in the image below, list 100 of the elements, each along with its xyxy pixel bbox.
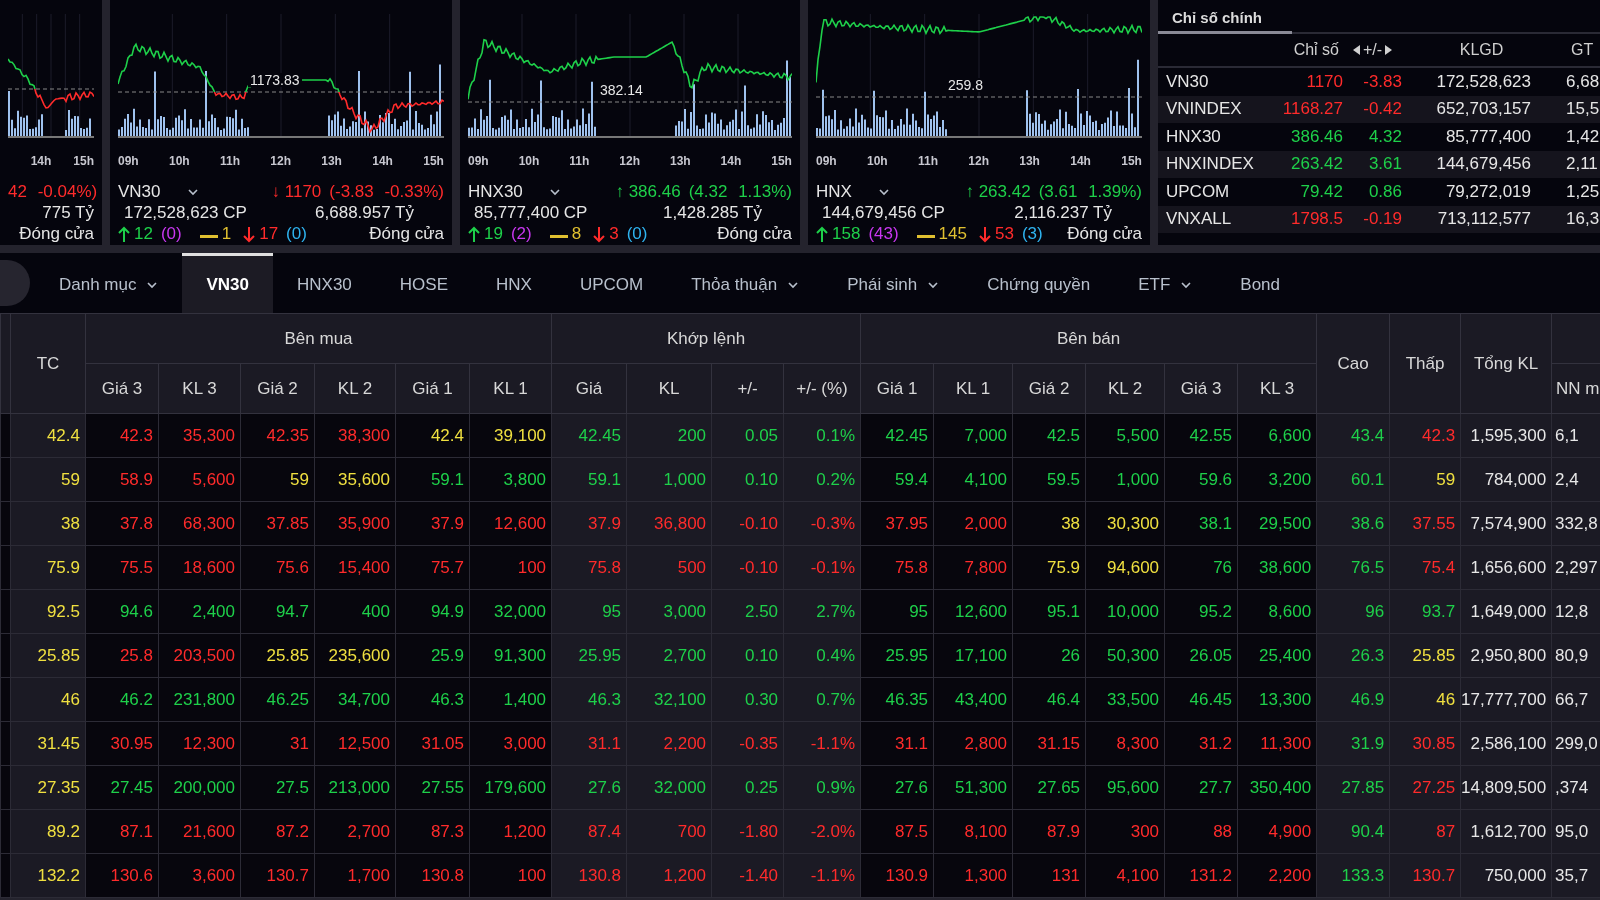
table-cell: 95 — [909, 601, 929, 621]
tab[interactable]: ETF — [1114, 253, 1217, 313]
index-name: HNXINDEX — [1166, 154, 1255, 175]
trade-value-text: 15,5 — [1565, 99, 1600, 120]
tab[interactable]: HNX30 — [273, 253, 376, 313]
volume-text: 172,528,623 — [1435, 71, 1531, 92]
trade-value-text: 6,688.957 Tỷ — [315, 203, 414, 224]
table-cell: 27.35 — [37, 777, 80, 797]
time-label: 14h — [720, 154, 742, 170]
table-cell: 130.7 — [1412, 865, 1456, 885]
tab[interactable]: Chứng quyền — [963, 253, 1115, 313]
table-cell: 37.9 — [430, 513, 464, 533]
table-cell: 350,400 — [1249, 777, 1312, 797]
right-arrow-icon[interactable] — [1385, 45, 1393, 55]
volume-text: 85,777,400 CP — [474, 203, 588, 224]
table-cell: 1,000 — [663, 469, 707, 489]
table-cell: 200,000 — [173, 777, 235, 797]
column-header: KLGD — [1458, 41, 1505, 59]
table-cell: 39,100 — [494, 425, 547, 445]
index-change: 42 -0.04%) — [8, 182, 98, 202]
column-header: Cao — [1337, 353, 1369, 374]
table-cell: 59.6 — [1198, 469, 1233, 489]
trade-value-text: 6,68 — [1565, 71, 1600, 92]
table-cell: 130.6 — [110, 865, 153, 885]
table-cell: 42.3 — [119, 425, 153, 445]
table-cell: 130.8 — [578, 865, 622, 885]
table-cell: 130.9 — [885, 865, 929, 885]
tab[interactable]: Phái sinh — [823, 253, 964, 313]
table-cell: 1,595,300 — [1470, 425, 1547, 445]
table-cell: 90.4 — [1351, 821, 1385, 841]
index-change: (4.32 1.13%) — [688, 182, 792, 202]
tab[interactable]: HNX — [472, 253, 556, 313]
table-cell: 75.4 — [1422, 557, 1456, 577]
table-cell: 2,4 — [1555, 469, 1579, 489]
trade-value-text: 1,25 — [1565, 181, 1600, 202]
table-cell: 25.95 — [578, 645, 622, 665]
table-cell: 88 — [1213, 821, 1233, 841]
table-cell: 59 — [61, 469, 80, 489]
index-dropdown[interactable]: HNX30 — [468, 182, 561, 202]
input-field[interactable] — [0, 260, 30, 306]
table-cell: 75.5 — [119, 557, 153, 577]
column-header: KL 3 — [1259, 378, 1295, 399]
table-cell: 59 — [1436, 469, 1456, 489]
tab[interactable]: Chỉ số chính — [1158, 9, 1292, 34]
tab[interactable]: Danh mục — [35, 253, 183, 313]
table-cell: 38 — [1061, 513, 1081, 533]
tab[interactable]: VN30 — [182, 253, 273, 313]
table-cell: 87.5 — [894, 821, 929, 841]
table-cell: 11,300 — [1260, 733, 1312, 753]
table-cell: 27.85 — [1341, 777, 1385, 797]
table-cell: -0.10 — [739, 557, 779, 577]
table-cell: 17,777,700 — [1461, 689, 1547, 709]
column-header: KL 2 — [1107, 378, 1143, 399]
left-arrow-icon[interactable] — [1352, 45, 1360, 55]
unchanged-count: 145 — [938, 224, 967, 245]
time-label: 13h — [669, 154, 691, 170]
table-cell: 94,600 — [1107, 557, 1160, 577]
time-label: 14h — [372, 154, 393, 170]
status-text: Đóng cửa — [19, 224, 94, 245]
index-dropdown[interactable]: HNX — [816, 182, 890, 202]
index-name: HNX30 — [1166, 126, 1222, 147]
table-cell: 42.35 — [266, 425, 309, 445]
tab[interactable]: Thỏa thuận — [667, 253, 824, 313]
status-text: Đóng cửa — [1067, 224, 1142, 245]
table-cell: 37.8 — [119, 513, 153, 533]
index-value: 263.42 — [1290, 154, 1343, 175]
index-value: 1798.5 — [1290, 209, 1343, 230]
table-cell: 25.85 — [37, 645, 80, 665]
table-cell: 1,400 — [503, 689, 547, 709]
table-cell: 25.95 — [885, 645, 929, 665]
index-dropdown[interactable]: VN30 — [118, 182, 199, 202]
table-cell: 94.7 — [275, 601, 309, 621]
column-header: Chỉ số — [1292, 41, 1340, 59]
table-cell: 100 — [517, 557, 547, 577]
time-label: 10h — [867, 154, 888, 170]
column-header: TC — [36, 353, 60, 374]
volume-text: 144,679,456 CP — [822, 203, 945, 224]
tab[interactable]: UPCOM — [555, 253, 668, 313]
time-label: 10h — [518, 154, 540, 170]
table-cell: 25.9 — [430, 645, 464, 665]
table-cell: 235,600 — [328, 645, 390, 665]
index-price: ↓ 1170 — [271, 182, 322, 202]
table-cell: 32,000 — [654, 777, 707, 797]
table-cell: 30.95 — [110, 733, 153, 753]
table-cell: ,374 — [1555, 777, 1589, 797]
table-cell: 46.9 — [1351, 689, 1385, 709]
table-cell: 1,000 — [1116, 469, 1160, 489]
table-cell: 500 — [677, 557, 707, 577]
index-name: VNXALL — [1166, 209, 1233, 230]
table-cell: 2.7% — [816, 601, 856, 621]
table-cell: 2,200 — [663, 733, 707, 753]
tab[interactable]: HOSE — [375, 253, 472, 313]
column-header: KL 1 — [493, 378, 528, 399]
table-cell: 300 — [1130, 821, 1160, 841]
column-group-header: Bên bán — [1056, 328, 1121, 349]
table-cell: 46 — [1436, 689, 1456, 709]
column-header: Giá 2 — [1028, 378, 1070, 399]
tab[interactable]: Bond — [1216, 253, 1305, 313]
table-cell: 13,300 — [1259, 689, 1312, 709]
table-cell: 35,7 — [1555, 865, 1589, 885]
